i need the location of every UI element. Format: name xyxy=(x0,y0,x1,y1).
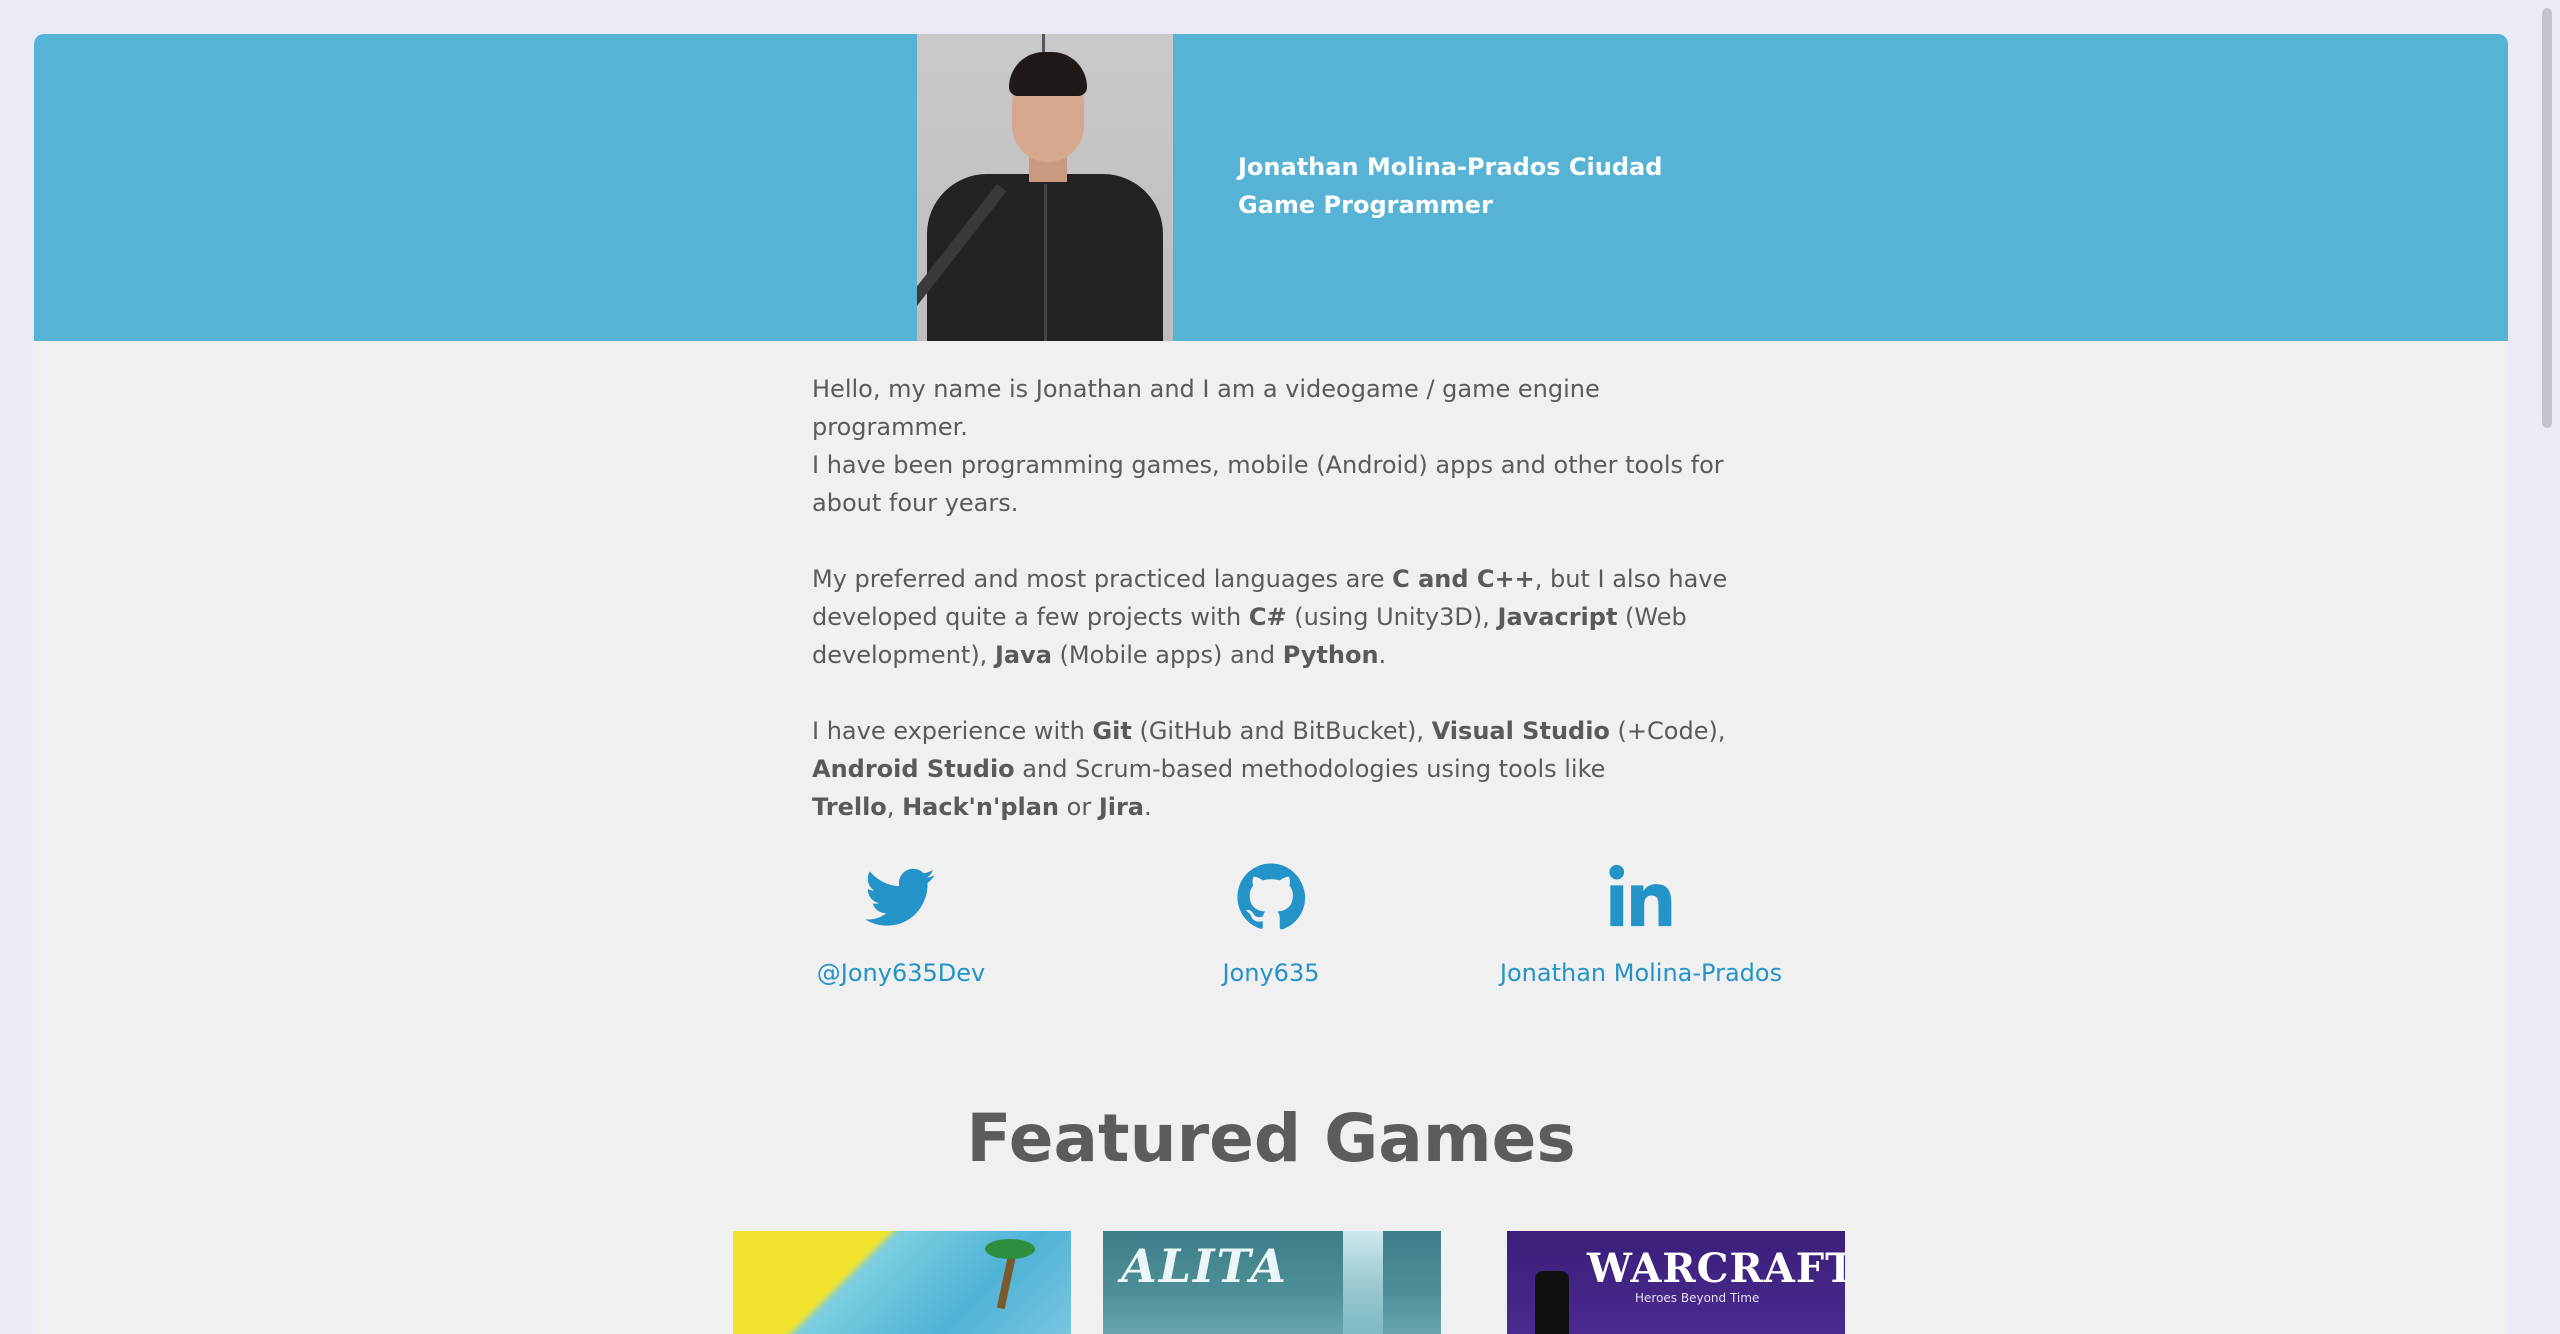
text-fragment: (+Code), xyxy=(1609,717,1726,745)
intro-paragraph-languages: My preferred and most practiced language… xyxy=(812,560,1732,674)
page-container: Jonathan Molina-Prados Ciudad Game Progr… xyxy=(34,34,2508,1334)
text-fragment: or xyxy=(1059,793,1099,821)
photo-zipper xyxy=(1044,184,1047,341)
page-scrollbar[interactable] xyxy=(2534,0,2560,1317)
linkedin-link[interactable]: Jonathan Molina-Prados xyxy=(1481,958,1801,988)
photo-hair xyxy=(1009,52,1087,96)
twitter-link[interactable]: @Jony635Dev xyxy=(741,958,1061,988)
profile-name: Jonathan Molina-Prados Ciudad xyxy=(1238,153,1663,181)
skill-highlight: C and C++ xyxy=(1392,565,1535,593)
social-linkedin[interactable]: Jonathan Molina-Prados xyxy=(1481,862,1801,988)
intro-paragraph-1: Hello, my name is Jonathan and I am a vi… xyxy=(812,370,1732,522)
social-github[interactable]: Jony635 xyxy=(1111,862,1431,988)
text-fragment: (Mobile apps) and xyxy=(1051,641,1283,669)
text-fragment: I have experience with xyxy=(812,717,1093,745)
warcraft-character-silhouette xyxy=(1535,1271,1569,1334)
skill-highlight: Java xyxy=(994,641,1052,669)
skill-highlight: Javacript xyxy=(1497,603,1618,631)
tool-highlight: Git xyxy=(1092,717,1132,745)
social-twitter[interactable]: @Jony635Dev xyxy=(741,862,1061,988)
scrollbar-thumb[interactable] xyxy=(2542,8,2552,428)
tool-highlight: Hack'n'plan xyxy=(902,793,1059,821)
github-link[interactable]: Jony635 xyxy=(1111,958,1431,988)
github-icon[interactable] xyxy=(1236,862,1306,932)
alita-logo: ALITA xyxy=(1121,1239,1288,1293)
profile-header: Jonathan Molina-Prados Ciudad Game Progr… xyxy=(34,34,2508,341)
skill-highlight: C# xyxy=(1248,603,1287,631)
featured-games-title: Featured Games xyxy=(966,1100,1576,1177)
intro-line-2: I have been programming games, mobile (A… xyxy=(812,451,1724,517)
text-fragment: and Scrum-based methodologies using tool… xyxy=(1014,755,1606,783)
palm-tree-leaves xyxy=(985,1239,1035,1259)
text-fragment: (GitHub and BitBucket), xyxy=(1131,717,1432,745)
text-fragment: , xyxy=(886,793,903,821)
tool-highlight: Visual Studio xyxy=(1431,717,1610,745)
intro-paragraph-tools: I have experience with Git (GitHub and B… xyxy=(812,712,1732,826)
text-fragment: . xyxy=(1378,641,1387,669)
game-card-alita[interactable]: ALITA xyxy=(1103,1231,1441,1334)
game-card-1[interactable] xyxy=(733,1231,1071,1334)
intro-text: Hello, my name is Jonathan and I am a vi… xyxy=(812,370,1732,864)
tool-highlight: Jira xyxy=(1098,793,1144,821)
skill-highlight: Python xyxy=(1282,641,1379,669)
alita-light-beam xyxy=(1343,1231,1383,1334)
game-card-warcraft[interactable]: WARCRAFT Heroes Beyond Time xyxy=(1507,1231,1845,1334)
text-fragment: My preferred and most practiced language… xyxy=(812,565,1393,593)
twitter-icon[interactable] xyxy=(866,862,936,932)
profile-role: Game Programmer xyxy=(1238,191,1493,219)
text-fragment: . xyxy=(1144,793,1152,821)
intro-line-1: Hello, my name is Jonathan and I am a vi… xyxy=(812,375,1600,441)
text-fragment: (using Unity3D), xyxy=(1286,603,1498,631)
header-text: Jonathan Molina-Prados Ciudad Game Progr… xyxy=(1238,148,1662,224)
warcraft-subtitle: Heroes Beyond Time xyxy=(1635,1291,1760,1305)
warcraft-logo: WARCRAFT xyxy=(1587,1245,1845,1292)
tool-highlight: Trello xyxy=(812,793,887,821)
profile-photo xyxy=(917,34,1173,341)
linkedin-icon[interactable] xyxy=(1606,862,1676,932)
tool-highlight: Android Studio xyxy=(812,755,1015,783)
